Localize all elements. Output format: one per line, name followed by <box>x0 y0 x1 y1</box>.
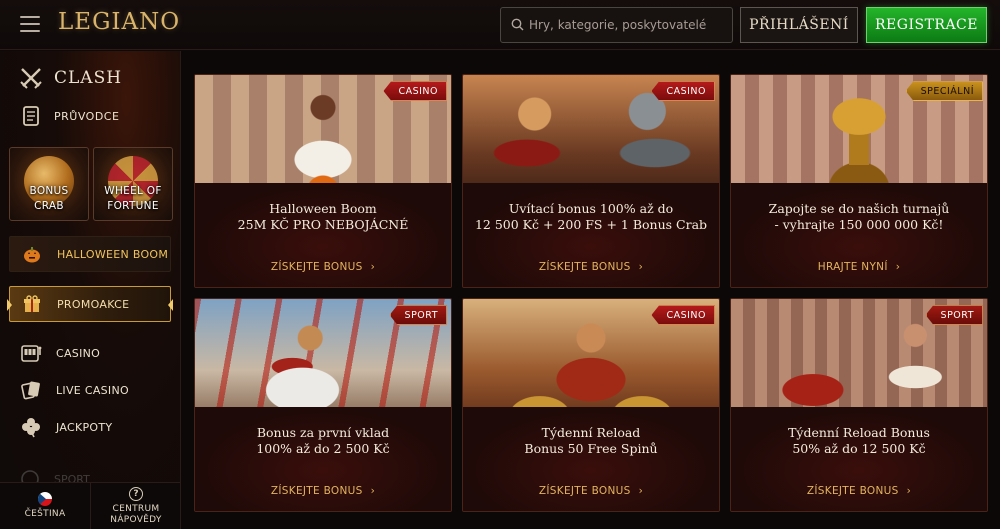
search-input[interactable] <box>529 8 729 42</box>
pumpkin-icon <box>21 243 43 265</box>
chevron-right-icon: › <box>370 485 376 497</box>
search-icon <box>511 18 524 31</box>
czech-flag-icon <box>38 492 52 506</box>
sidebar-footer: ČEŠTINA ? CENTRUM NÁPOVĚDY <box>0 482 180 529</box>
login-button[interactable]: PŘIHLÁŠENÍ <box>740 7 858 43</box>
top-bar: LEGIANO PŘIHLÁŠENÍ REGISTRACE <box>0 0 1000 50</box>
help-center-label: CENTRUM NÁPOVĚDY <box>110 503 162 525</box>
category-badge: SPECIÁLNÍ <box>905 81 983 101</box>
promo-title: Bonus za první vklad 100% až do 2 500 Kč <box>256 425 390 456</box>
sidebar-item-halloween-boom[interactable]: HALLOWEEN BOOM <box>9 236 171 272</box>
clash-label: CLASH <box>54 68 123 88</box>
category-badge: SPORT <box>389 305 447 325</box>
promo-cta-link[interactable]: ZÍSKEJTE BONUS › <box>195 485 451 497</box>
promo-cta-link[interactable]: ZÍSKEJTE BONUS › <box>463 485 719 497</box>
sidebar-promo-tiles: BONUS CRAB WHEEL OF FORTUNE <box>9 147 173 221</box>
promo-title: Halloween Boom 25M KČ PRO NEBOJÁCNÉ <box>237 201 409 232</box>
sidebar-item-label: HALLOWEEN BOOM <box>57 247 169 261</box>
promo-card-tournaments[interactable]: SPECIÁLNÍ Zapojte se do našich turnajů - … <box>730 74 988 288</box>
promo-card-weekly-reload-spins[interactable]: CASINO Týdenní Reload Bonus 50 Free Spinů… <box>462 298 720 512</box>
promo-card-halloween-boom[interactable]: CASINO Halloween Boom 25M KČ PRO NEBOJÁCN… <box>194 74 452 288</box>
crossed-swords-icon <box>20 68 42 89</box>
slot-machine-icon <box>20 342 42 364</box>
promo-card-weekly-reload-sport[interactable]: SPORT Týdenní Reload Bonus 50% až do 12 5… <box>730 298 988 512</box>
sidebar-item-clash[interactable]: CLASH <box>18 65 178 91</box>
menu-icon[interactable] <box>20 16 40 32</box>
category-badge: SPORT <box>925 305 983 325</box>
promo-title: Týdenní Reload Bonus 50% až do 12 500 Kč <box>788 425 930 456</box>
category-badge: CASINO <box>383 81 447 101</box>
promo-cta-link[interactable]: ZÍSKEJTE BONUS › <box>463 261 719 273</box>
question-icon: ? <box>129 486 143 501</box>
promo-card-welcome-bonus[interactable]: CASINO Uvítací bonus 100% až do 12 500 Kč… <box>462 74 720 288</box>
bonus-crab-tile[interactable]: BONUS CRAB <box>9 147 89 221</box>
logo[interactable]: LEGIANO <box>58 9 180 35</box>
sidebar-item-label: JACKPOTY <box>56 420 113 434</box>
chevron-right-icon: › <box>638 485 644 497</box>
wheel-of-fortune-label: WHEEL OF FORTUNE <box>104 185 162 212</box>
guide-label: PRŮVODCE <box>54 109 120 123</box>
language-label: ČEŠTINA <box>24 509 66 519</box>
promo-title: Týdenní Reload Bonus 50 Free Spinů <box>524 425 658 456</box>
sidebar-item-jackpoty[interactable]: JACKPOTY <box>9 409 171 445</box>
sidebar-item-label: CASINO <box>56 346 101 360</box>
sidebar-item-label: PROMOAKCE <box>57 297 130 311</box>
sidebar-item-promoakce[interactable]: PROMOAKCE <box>7 286 173 322</box>
sidebar-item-casino[interactable]: CASINO <box>9 335 171 371</box>
chevron-right-icon: › <box>895 261 901 273</box>
promo-title: Zapojte se do našich turnajů - vyhrajte 1… <box>768 201 950 232</box>
wheel-of-fortune-tile[interactable]: WHEEL OF FORTUNE <box>93 147 173 221</box>
playing-cards-icon <box>20 379 42 401</box>
language-switch[interactable]: ČEŠTINA <box>0 483 90 529</box>
help-center-link[interactable]: ? CENTRUM NÁPOVĚDY <box>90 483 180 529</box>
register-button[interactable]: REGISTRACE <box>866 7 987 43</box>
clover-icon <box>20 416 42 438</box>
chevron-right-icon: › <box>370 261 376 273</box>
search-box[interactable] <box>500 7 733 43</box>
promo-title: Uvítací bonus 100% až do 12 500 Kč + 200 … <box>474 201 708 232</box>
sidebar-item-guide[interactable]: PRŮVODCE <box>18 103 178 129</box>
promo-cta-link[interactable]: ZÍSKEJTE BONUS › <box>731 485 987 497</box>
category-badge: CASINO <box>651 81 715 101</box>
promo-cta-link[interactable]: HRAJTE NYNÍ › <box>731 261 987 273</box>
scroll-icon <box>23 106 39 126</box>
bonus-crab-label: BONUS CRAB <box>29 185 69 212</box>
sidebar: CLASH PRŮVODCE BONUS CRAB WHEEL OF FORTUNE… <box>0 51 181 529</box>
chevron-right-icon: › <box>906 485 912 497</box>
chevron-right-icon: › <box>638 261 644 273</box>
promo-card-first-deposit[interactable]: SPORT Bonus za první vklad 100% až do 2 5… <box>194 298 452 512</box>
promo-cta-link[interactable]: ZÍSKEJTE BONUS › <box>195 261 451 273</box>
category-badge: CASINO <box>651 305 715 325</box>
gift-icon <box>21 293 43 315</box>
promotions-grid: CASINO Halloween Boom 25M KČ PRO NEBOJÁCN… <box>181 51 1000 529</box>
sidebar-item-live-casino[interactable]: LIVE CASINO <box>9 372 171 408</box>
sidebar-item-label: LIVE CASINO <box>56 383 129 397</box>
